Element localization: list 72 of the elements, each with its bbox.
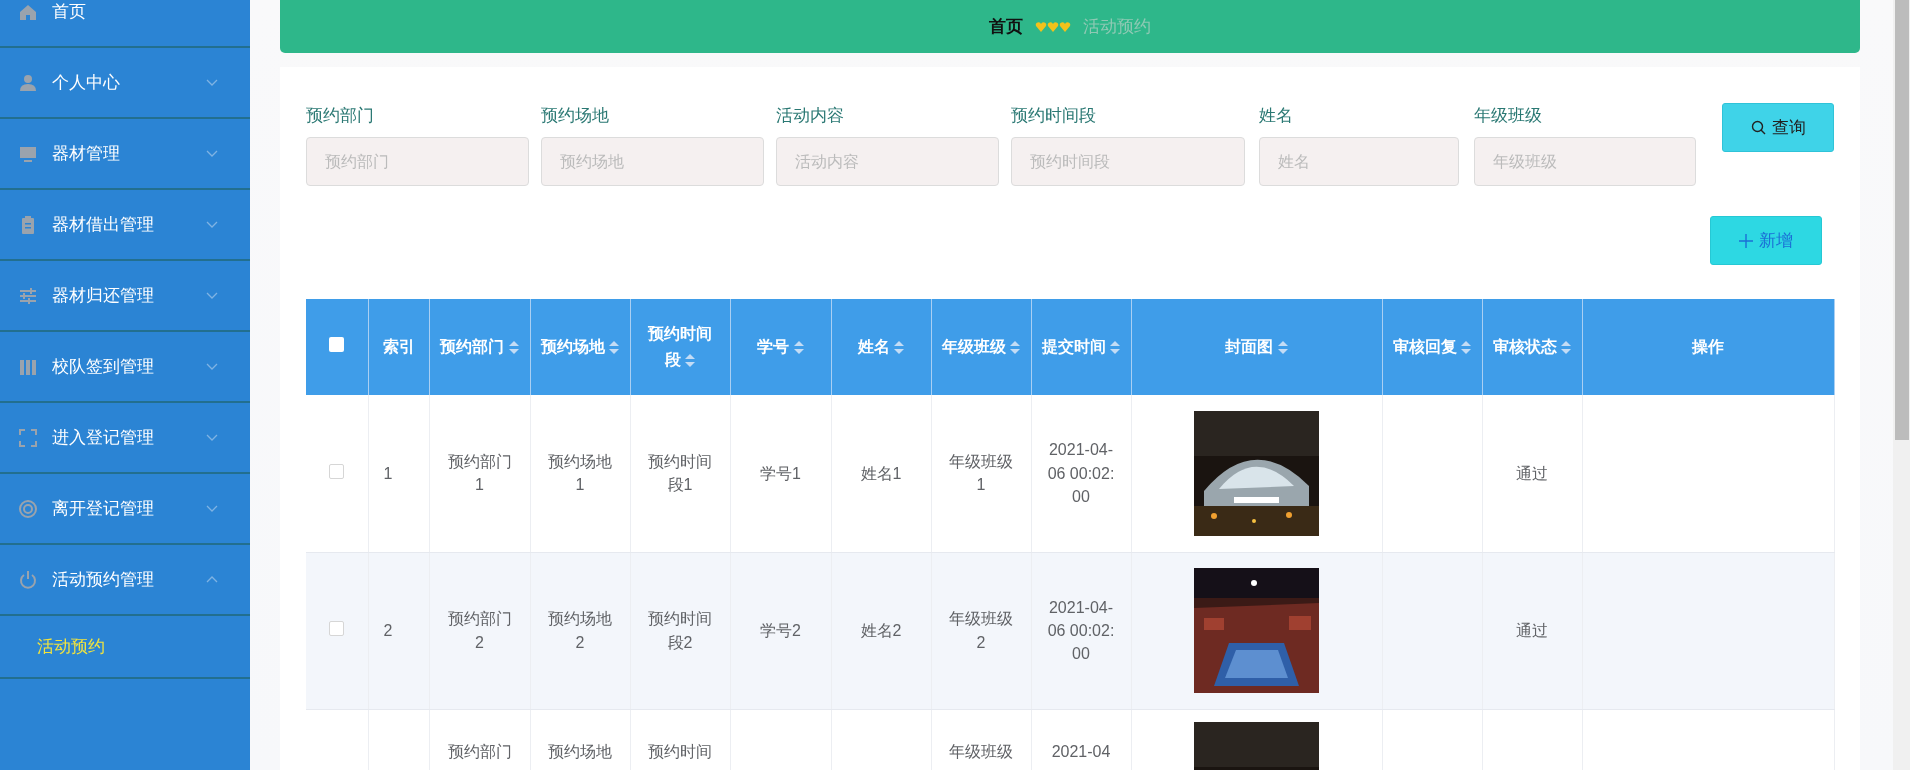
table-cell: 预约部门2	[429, 552, 530, 709]
sort-icon[interactable]	[685, 354, 696, 368]
column-header: 索引	[368, 299, 429, 395]
table-cell: 姓名1	[831, 395, 931, 552]
ring-icon	[18, 498, 38, 519]
sort-icon[interactable]	[609, 341, 620, 355]
search-button[interactable]: 查询	[1722, 103, 1834, 152]
breadcrumb-item[interactable]: 首页	[989, 13, 1023, 40]
table-cell: 通过	[1482, 395, 1582, 552]
column-header[interactable]: 学号	[730, 299, 831, 395]
input-field[interactable]: 预约时间段	[1011, 137, 1245, 186]
sort-icon[interactable]	[1277, 341, 1288, 355]
table-cell: 预约时间段2	[630, 552, 730, 709]
table-cell: 年级班级2	[931, 552, 1031, 709]
table-cell: 预约部门	[429, 709, 530, 770]
checkbox[interactable]	[329, 620, 345, 636]
column-header[interactable]: 审核状态	[1482, 299, 1582, 395]
table-cell: 通过	[1482, 552, 1582, 709]
frame-icon	[18, 427, 38, 448]
column-header[interactable]: 预约时间段	[630, 299, 730, 395]
table-cell: 2021-04	[1031, 709, 1131, 770]
table-cell: 2021-04-06 00:02:00	[1031, 552, 1131, 709]
sort-icon[interactable]	[894, 341, 905, 355]
column-header: 操作	[1582, 299, 1834, 395]
table-cell: 年级班级1	[931, 395, 1031, 552]
field-label: 活动内容	[776, 105, 845, 127]
table-cell: 预约时间段1	[630, 395, 730, 552]
table-cell: 姓名2	[831, 552, 931, 709]
search-icon	[1750, 120, 1766, 135]
sort-icon[interactable]	[1110, 341, 1121, 355]
table-cell: 学号2	[730, 552, 831, 709]
power-icon	[18, 569, 38, 590]
sliders-icon	[18, 285, 38, 306]
column-header[interactable]: 年级班级	[931, 299, 1031, 395]
checkbox[interactable]	[329, 463, 345, 479]
field-label: 姓名	[1259, 105, 1294, 127]
hearts-icon	[1035, 20, 1071, 33]
input-field[interactable]: 预约部门	[306, 137, 529, 186]
input-field[interactable]: 年级班级	[1474, 137, 1696, 186]
plus-icon	[1739, 233, 1753, 248]
table-cell: 学号1	[730, 395, 831, 552]
table-cell: 2	[368, 552, 429, 709]
person-icon	[18, 72, 38, 93]
field-label: 预约场地	[541, 105, 610, 127]
column-header[interactable]: 提交时间	[1031, 299, 1131, 395]
table-cell: 1	[368, 395, 429, 552]
table-cell: 预约场地2	[530, 552, 630, 709]
column-header[interactable]: 封面图	[1131, 299, 1382, 395]
sort-icon[interactable]	[793, 341, 804, 355]
field-label: 年级班级	[1474, 105, 1543, 127]
table-cell: 预约部门1	[429, 395, 530, 552]
sort-icon[interactable]	[1561, 341, 1572, 355]
input-field[interactable]: 预约场地	[541, 137, 764, 186]
table-cell: 2021-04-06 00:02:00	[1031, 395, 1131, 552]
input-field[interactable]: 姓名	[1259, 137, 1459, 186]
column-header[interactable]: 预约场地	[530, 299, 630, 395]
column-header[interactable]: 审核回复	[1382, 299, 1482, 395]
breadcrumb-item: 活动预约	[1083, 15, 1151, 38]
field-label: 预约部门	[306, 105, 375, 127]
field-label: 预约时间段	[1011, 105, 1097, 127]
table-cell: 预约场地	[530, 709, 630, 770]
checkbox[interactable]	[329, 337, 345, 353]
add-button[interactable]: 新增	[1710, 216, 1822, 265]
table-cell: 年级班级	[931, 709, 1031, 770]
table-cell: 预约场地1	[530, 395, 630, 552]
input-field[interactable]: 活动内容	[776, 137, 999, 186]
column-header[interactable]: 预约部门	[429, 299, 530, 395]
table-cell: 预约时间	[630, 709, 730, 770]
sort-icon[interactable]	[508, 341, 519, 355]
column-header[interactable]: 姓名	[831, 299, 931, 395]
sort-icon[interactable]	[1010, 341, 1021, 355]
sort-icon[interactable]	[1461, 341, 1472, 355]
